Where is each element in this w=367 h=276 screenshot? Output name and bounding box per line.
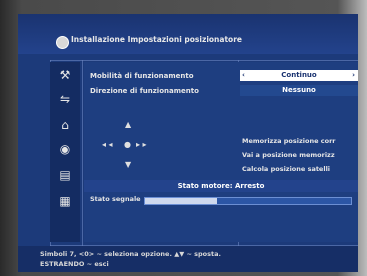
positioner-panel: Mobilità di funzionamento ‹ Continuo › D…: [84, 62, 358, 242]
mobility-select[interactable]: ‹ Continuo ›: [240, 70, 358, 81]
arrow-right-icon[interactable]: ›: [352, 70, 355, 81]
signal-bar-fill: [145, 198, 218, 204]
direction-value: Nessuno: [282, 86, 316, 94]
archive-icon[interactable]: ▤: [57, 168, 73, 182]
sidebar: ⚒ ⇋ ⌂ ◉ ▤ ▦: [50, 62, 80, 242]
help-bar: Simboli 7, <0> ~ seleziona opzione. ▲▼ ~…: [18, 246, 358, 272]
mobility-label: Mobilità di funzionamento: [90, 72, 194, 80]
help-line-1: Simboli 7, <0> ~ seleziona opzione. ▲▼ ~…: [40, 250, 221, 258]
title-bar: [18, 14, 358, 54]
direction-select[interactable]: Nessuno: [240, 85, 358, 96]
tv-screen: ⚒ ⇋ ⌂ ◉ ▤ ▦ Mobilità di funzionamento ‹ …: [18, 14, 358, 272]
satellite-icon[interactable]: ⇋: [57, 92, 73, 106]
mobility-value: Continuo: [281, 71, 317, 79]
positioner-icon: [56, 36, 69, 49]
calendar-icon[interactable]: ▦: [57, 194, 73, 208]
signal-bar: [144, 197, 352, 205]
store-position-button[interactable]: Memorizza posizione corr: [240, 136, 358, 147]
tools-icon[interactable]: ⚒: [57, 68, 73, 82]
direction-label: Direzione di funzionamento: [90, 87, 199, 95]
lock-icon[interactable]: ⌂: [57, 118, 73, 132]
disc-icon[interactable]: ◉: [57, 142, 73, 156]
help-line-2: ESTRAENDO ~ esci: [40, 260, 109, 268]
arrow-left-icon[interactable]: ‹: [242, 70, 245, 81]
window-title: Installazione Impostazioni posizionatore: [71, 35, 242, 44]
signal-label: Stato segnale: [90, 195, 141, 203]
goto-position-button[interactable]: Vai a posizione memorizz: [240, 150, 358, 161]
motor-status: Stato motore: Arresto: [84, 180, 358, 192]
calc-position-button[interactable]: Calcola posizione satelli: [240, 164, 358, 175]
dpad-icon: ▲ ◂ ◂ ● ▸ ▸ ▼: [102, 120, 147, 169]
